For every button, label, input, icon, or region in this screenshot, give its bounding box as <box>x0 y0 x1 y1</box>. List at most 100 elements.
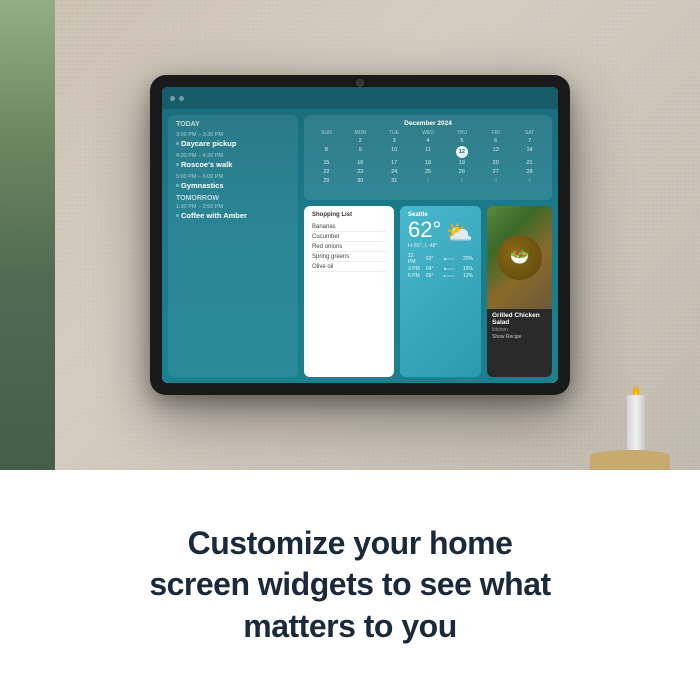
forecast-bar-bg <box>444 275 455 277</box>
cal-day-label: MON <box>344 130 377 136</box>
events-panel: Today 3:00 PM – 3:30 PM Daycare pickup <box>168 115 298 377</box>
shopping-item: Red onions <box>312 242 386 252</box>
forecast-temp: 65° <box>426 273 440 279</box>
forecast-row: 6 PM 65° 12% <box>408 273 473 279</box>
forecast-bar-bg <box>444 258 455 260</box>
decor-area <box>580 270 700 470</box>
forecast-time: 12 PM <box>408 253 422 265</box>
tomorrow-label: Tomorrow <box>176 195 290 202</box>
screen-ui: Today 3:00 PM – 3:30 PM Daycare pickup <box>162 87 558 383</box>
cal-day: 4 <box>412 137 445 145</box>
forecast-pct: 15% <box>459 266 473 272</box>
forecast-bar-bg <box>444 268 455 270</box>
cal-day: 15 <box>310 159 343 167</box>
status-dot <box>170 96 175 101</box>
tagline-line3: matters to you <box>243 608 456 644</box>
tagline-text: Customize your home screen widgets to se… <box>149 523 550 648</box>
cal-day-label: FRI <box>479 130 512 136</box>
cal-today: 12 <box>456 146 468 158</box>
weather-cloud-icon: ⛅ <box>446 220 473 246</box>
bottom-widgets-row: Shopping List Bananas Cucumber Red onion… <box>304 206 552 377</box>
forecast-time: 6 PM <box>408 273 422 279</box>
event-title: Roscoe's walk <box>176 160 290 169</box>
recipe-food-visual: 🥗 <box>487 206 552 309</box>
event-time: 3:00 PM – 3:30 PM <box>176 132 290 138</box>
event-dot-icon <box>176 214 179 217</box>
forecast-pct: 12% <box>459 273 473 279</box>
cal-day-label: SUN <box>310 130 343 136</box>
calendar-widget: December 2024 SUN MON TUE WED THU FRI SA… <box>304 115 552 200</box>
event-item-3: 5:00 PM – 6:00 PM Gymnastics <box>176 174 290 190</box>
status-dot <box>179 96 184 101</box>
candle-flame-icon <box>633 387 639 395</box>
cal-day: 24 <box>378 168 411 176</box>
event-time: 5:00 PM – 6:00 PM <box>176 174 290 180</box>
recipe-name: Grilled Chicken Salad <box>492 312 547 326</box>
cal-day: 31 <box>378 177 411 185</box>
cal-day: 13 <box>479 146 512 158</box>
recipe-show-link[interactable]: Show Recipe <box>492 334 547 340</box>
recipe-plate: 🥗 <box>497 235 542 280</box>
screen-main-area: Today 3:00 PM – 3:30 PM Daycare pickup <box>162 109 558 383</box>
tagline-section: Customize your home screen widgets to se… <box>0 470 700 700</box>
device-screen: Today 3:00 PM – 3:30 PM Daycare pickup <box>162 87 558 383</box>
event-item-4: 1:30 PM – 2:50 PM Coffee with Amber <box>176 204 290 220</box>
cal-day-label: WED <box>412 130 445 136</box>
tagline-line1: Customize your home <box>188 525 513 561</box>
cal-day: 9 <box>344 146 377 158</box>
event-time: 4:00 PM – 4:20 PM <box>176 153 290 159</box>
tagline-line2: screen widgets to see what <box>149 566 550 602</box>
cal-day: 2 <box>445 177 478 185</box>
cal-day <box>310 137 343 145</box>
event-dot-icon <box>176 142 179 145</box>
cal-day: 27 <box>479 168 512 176</box>
forecast-bar <box>444 268 446 270</box>
calendar-grid: SUN MON TUE WED THU FRI SAT 2 3 <box>310 130 546 185</box>
recipe-widget: 🥗 Grilled Chicken Salad kitchen Show Rec… <box>487 206 552 377</box>
event-dot-icon <box>176 184 179 187</box>
event-item-1: 3:00 PM – 3:30 PM Daycare pickup <box>176 132 290 148</box>
background-photo <box>0 0 55 470</box>
cal-day: 26 <box>445 168 478 176</box>
cal-day: 6 <box>479 137 512 145</box>
forecast-temp: 62° <box>426 256 440 262</box>
forecast-bar <box>444 258 446 260</box>
cal-day: 10 <box>378 146 411 158</box>
device-photo-section: Today 3:00 PM – 3:30 PM Daycare pickup <box>0 0 700 470</box>
shopping-item: Olive oil <box>312 262 386 272</box>
cal-day: 11 <box>412 146 445 158</box>
candle <box>627 395 645 450</box>
event-title: Coffee with Amber <box>176 211 290 220</box>
cal-day-label: TUE <box>378 130 411 136</box>
weather-widget: Seattle 62° H 65°, L 48° ⛅ 12 PM 62° <box>400 206 481 377</box>
shopping-list-widget: Shopping List Bananas Cucumber Red onion… <box>304 206 394 377</box>
forecast-temp: 64° <box>426 266 440 272</box>
cal-day: 5 <box>445 137 478 145</box>
shopping-item: Bananas <box>312 222 386 232</box>
event-item-2: 4:00 PM – 4:20 PM Roscoe's walk <box>176 153 290 169</box>
cal-day: 19 <box>445 159 478 167</box>
cal-day: 22 <box>310 168 343 176</box>
cal-day: 28 <box>513 168 546 176</box>
cal-day-label: THU <box>445 130 478 136</box>
cal-day: 8 <box>310 146 343 158</box>
cal-day: 3 <box>479 177 512 185</box>
forecast-time: 3 PM <box>408 266 422 272</box>
cal-day: 16 <box>344 159 377 167</box>
cal-day: 1 <box>412 177 445 185</box>
cal-day: 18 <box>412 159 445 167</box>
cal-day: 25 <box>412 168 445 176</box>
cal-day: 7 <box>513 137 546 145</box>
recipe-source: kitchen <box>492 327 547 333</box>
today-label: Today <box>176 121 290 128</box>
shopping-item: Cucumber <box>312 232 386 242</box>
recipe-info: Grilled Chicken Salad kitchen Show Recip… <box>487 309 552 343</box>
widgets-panel: December 2024 SUN MON TUE WED THU FRI SA… <box>304 115 552 377</box>
cal-day: 14 <box>513 146 546 158</box>
cal-day: 29 <box>310 177 343 185</box>
cal-day: 30 <box>344 177 377 185</box>
cal-day: 20 <box>479 159 512 167</box>
shopping-list-title: Shopping List <box>312 212 386 218</box>
side-table <box>590 450 670 470</box>
event-dot-icon <box>176 163 179 166</box>
